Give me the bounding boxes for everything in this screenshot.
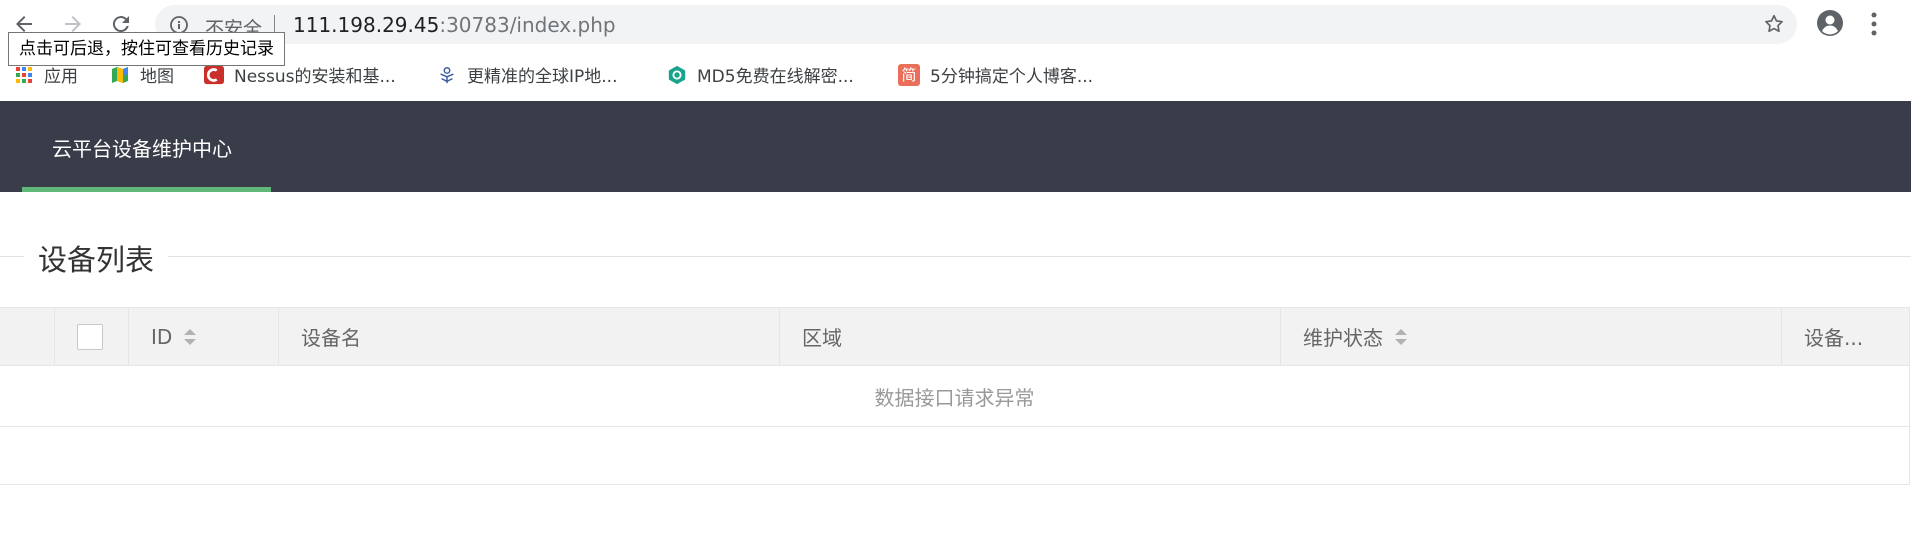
- md5-icon: [667, 65, 687, 85]
- url-host: 111.198.29.45: [293, 13, 440, 37]
- bookmark-ip-location[interactable]: 更精准的全球IP地...: [437, 62, 617, 87]
- column-label: ID: [151, 324, 173, 349]
- column-device-name[interactable]: 设备名: [279, 308, 780, 365]
- nessus-icon: [204, 65, 224, 85]
- table-header: ID 设备名 区域 维护状态 设备...: [0, 308, 1909, 366]
- column-label: 设备名: [301, 326, 361, 350]
- column-label: 设备...: [1804, 326, 1864, 350]
- back-tooltip: 点击可后退，按住可查看历史记录: [8, 32, 285, 66]
- empty-message: 数据接口请求异常: [874, 385, 1035, 410]
- select-all-cell: [55, 308, 129, 365]
- app-header: 云平台设备维护中心: [0, 101, 1911, 192]
- address-bar[interactable]: 不安全 111.198.29.45:30783/index.php: [155, 5, 1797, 44]
- table-empty-row: 数据接口请求异常: [0, 366, 1909, 427]
- bookmark-jianshu[interactable]: 简 5分钟搞定个人博客...: [898, 62, 1093, 87]
- column-device-more[interactable]: 设备...: [1782, 308, 1910, 365]
- column-maintenance-status[interactable]: 维护状态: [1281, 308, 1782, 365]
- column-label: 区域: [802, 326, 842, 350]
- brand-title[interactable]: 云平台设备维护中心: [52, 133, 232, 162]
- apps-grid-icon: [14, 65, 34, 85]
- url-text[interactable]: 111.198.29.45:30783/index.php: [293, 13, 616, 37]
- bookmark-label: MD5免费在线解密...: [697, 67, 854, 87]
- page-title: 设备列表: [24, 237, 169, 279]
- star-icon[interactable]: [1763, 13, 1785, 39]
- sort-icon[interactable]: [1395, 328, 1407, 346]
- jianshu-icon: 简: [898, 63, 920, 86]
- url-path: :30783/index.php: [439, 13, 616, 37]
- ip-location-icon: [437, 65, 457, 85]
- column-label: 维护状态: [1303, 326, 1383, 350]
- sort-icon[interactable]: [184, 328, 197, 346]
- select-all-checkbox[interactable]: [77, 323, 103, 350]
- bookmark-label: 5分钟搞定个人博客...: [930, 67, 1094, 87]
- bookmarks-bar: 应用 地图 Nessus的安装和基... 更精准的全球IP地... MD5免费在…: [0, 58, 1911, 92]
- maps-icon: [110, 65, 130, 85]
- bookmark-md5[interactable]: MD5免费在线解密...: [667, 62, 854, 87]
- active-nav-underline: [22, 187, 271, 192]
- profile-icon[interactable]: [1816, 9, 1844, 41]
- browser-toolbar: 不安全 111.198.29.45:30783/index.php: [0, 0, 1911, 48]
- column-region[interactable]: 区域: [780, 308, 1281, 365]
- device-table: ID 设备名 区域 维护状态 设备... 数据接口请求异常: [0, 307, 1910, 485]
- more-menu-icon[interactable]: [1870, 11, 1878, 41]
- table-header-cell: [0, 308, 55, 365]
- section-divider: [0, 256, 1911, 257]
- bookmark-label: 更精准的全球IP地...: [467, 67, 618, 87]
- column-id[interactable]: ID: [129, 308, 279, 365]
